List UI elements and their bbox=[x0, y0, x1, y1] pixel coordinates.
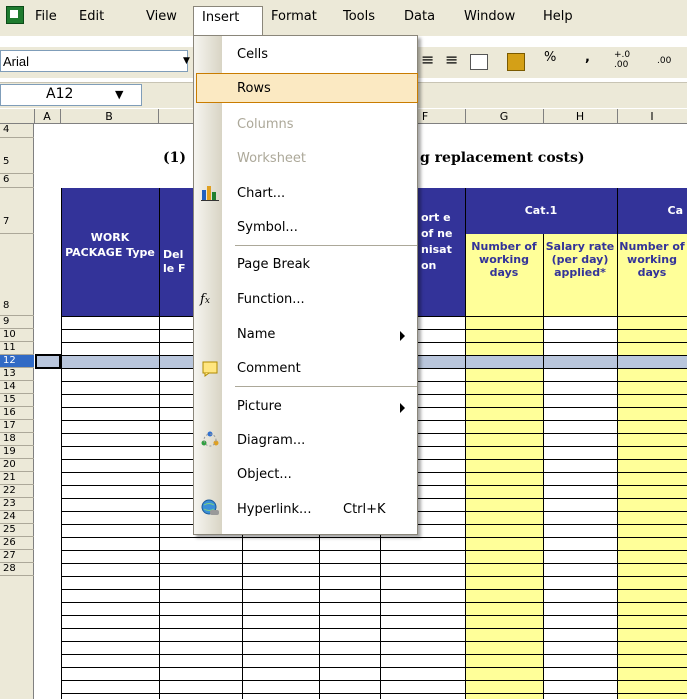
currency-icon[interactable] bbox=[507, 53, 525, 71]
menu-icon-strip bbox=[194, 36, 222, 534]
row-header[interactable]: 11 bbox=[0, 342, 34, 355]
menu-item-cells[interactable]: Cells bbox=[237, 47, 268, 62]
menu-item-object[interactable]: Object... bbox=[237, 467, 292, 482]
row-header[interactable]: 20 bbox=[0, 459, 34, 472]
font-name-value: Arial bbox=[3, 54, 30, 69]
row-header[interactable]: 22 bbox=[0, 485, 34, 498]
row-header-selected[interactable]: 12 bbox=[0, 355, 34, 368]
row-header[interactable]: 24 bbox=[0, 511, 34, 524]
chart-icon bbox=[200, 184, 220, 202]
comma-style-button[interactable]: , bbox=[585, 50, 590, 72]
name-box-value: A12 bbox=[46, 86, 74, 102]
row-header[interactable]: 9 bbox=[0, 316, 34, 329]
menu-bar: File Edit View Insert Format Tools Data … bbox=[0, 0, 687, 36]
menu-format[interactable]: Format bbox=[271, 9, 317, 24]
menu-window[interactable]: Window bbox=[464, 9, 515, 24]
menu-item-comment[interactable]: Comment bbox=[237, 361, 301, 376]
row-header[interactable]: 4 bbox=[0, 124, 34, 138]
row-header[interactable]: 8 bbox=[0, 234, 34, 316]
row-header[interactable]: 19 bbox=[0, 446, 34, 459]
comment-icon bbox=[200, 359, 220, 377]
row-header[interactable]: 23 bbox=[0, 498, 34, 511]
column-header-b[interactable]: B bbox=[60, 109, 159, 124]
hyperlink-shortcut: Ctrl+K bbox=[343, 502, 386, 517]
menu-separator bbox=[235, 245, 417, 246]
font-dropdown-icon[interactable]: ▼ bbox=[183, 53, 193, 69]
row-header[interactable]: 16 bbox=[0, 407, 34, 420]
row-header[interactable]: 18 bbox=[0, 433, 34, 446]
column-header-i[interactable]: I bbox=[617, 109, 687, 124]
justify-icon[interactable]: ≡ bbox=[445, 50, 458, 72]
row-header[interactable]: 17 bbox=[0, 420, 34, 433]
menu-item-worksheet: Worksheet bbox=[237, 151, 307, 166]
insert-menu bbox=[193, 35, 418, 535]
column-header-g[interactable]: G bbox=[465, 109, 544, 124]
hyperlink-icon bbox=[200, 499, 220, 517]
row-headers: 4 5 6 7 8 9 10 11 12 13 14 15 16 17 18 1… bbox=[0, 124, 34, 699]
row-header[interactable]: 21 bbox=[0, 472, 34, 485]
excel-app-icon[interactable] bbox=[6, 6, 24, 24]
decrease-decimal-button[interactable]: .00 bbox=[657, 56, 683, 78]
menu-item-function[interactable]: Function... bbox=[237, 292, 305, 307]
name-box-dropdown-icon[interactable]: ▼ bbox=[115, 88, 123, 101]
menu-edit[interactable]: Edit bbox=[79, 9, 104, 24]
menu-item-diagram[interactable]: Diagram... bbox=[237, 433, 305, 448]
menu-separator bbox=[235, 386, 417, 387]
menu-item-rows-highlight[interactable] bbox=[196, 73, 418, 103]
row-header[interactable]: 25 bbox=[0, 524, 34, 537]
menu-item-chart[interactable]: Chart... bbox=[237, 186, 285, 201]
align-right-icon[interactable]: ≡ bbox=[421, 50, 434, 72]
menu-item-name[interactable]: Name bbox=[237, 327, 275, 342]
menu-item-hyperlink[interactable]: Hyperlink... bbox=[237, 502, 311, 517]
menu-insert-label: Insert bbox=[202, 10, 240, 25]
row-header[interactable]: 15 bbox=[0, 394, 34, 407]
menu-item-symbol[interactable]: Symbol... bbox=[237, 220, 298, 235]
function-icon: fx bbox=[200, 292, 210, 307]
select-all-corner[interactable] bbox=[0, 109, 35, 124]
column-header-a[interactable]: A bbox=[34, 109, 61, 124]
menu-item-picture[interactable]: Picture bbox=[237, 399, 282, 414]
row-header[interactable]: 26 bbox=[0, 537, 34, 550]
row-header[interactable]: 10 bbox=[0, 329, 34, 342]
row-header[interactable]: 13 bbox=[0, 368, 34, 381]
row-header[interactable]: 28 bbox=[0, 563, 34, 576]
menu-file[interactable]: File bbox=[35, 9, 57, 24]
row-header[interactable]: 7 bbox=[0, 188, 34, 234]
column-header-c[interactable] bbox=[158, 109, 195, 124]
menu-item-columns: Columns bbox=[237, 117, 294, 132]
menu-help[interactable]: Help bbox=[543, 9, 573, 24]
row-header[interactable]: 14 bbox=[0, 381, 34, 394]
menu-item-rows[interactable]: Rows bbox=[237, 81, 271, 96]
submenu-arrow-icon bbox=[400, 403, 405, 413]
row-header[interactable]: 6 bbox=[0, 174, 34, 188]
submenu-arrow-icon bbox=[400, 331, 405, 341]
row-header[interactable]: 27 bbox=[0, 550, 34, 563]
menu-item-page-break[interactable]: Page Break bbox=[237, 257, 310, 272]
menu-view[interactable]: View bbox=[146, 9, 177, 24]
percent-style-button[interactable]: % bbox=[544, 50, 556, 72]
diagram-icon bbox=[200, 430, 220, 448]
menu-tools[interactable]: Tools bbox=[343, 9, 375, 24]
merge-center-icon[interactable] bbox=[470, 54, 488, 70]
font-name-box[interactable]: Arial bbox=[0, 50, 188, 72]
menu-data[interactable]: Data bbox=[404, 9, 435, 24]
menu-insert[interactable]: Insert bbox=[193, 6, 263, 36]
increase-decimal-button[interactable]: +.0 .00 bbox=[614, 50, 640, 72]
row-header[interactable]: 5 bbox=[0, 138, 34, 174]
column-header-h[interactable]: H bbox=[543, 109, 618, 124]
